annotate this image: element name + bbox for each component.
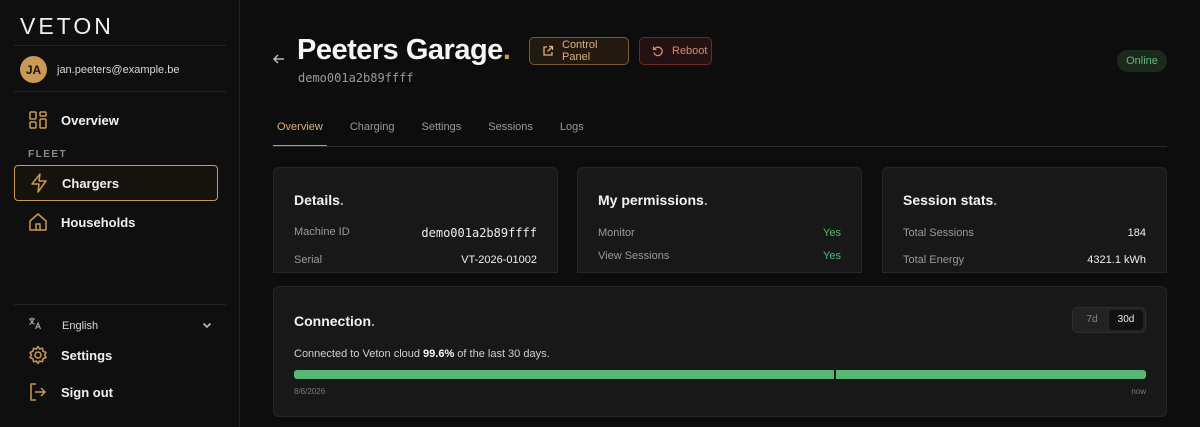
detail-row: Machine ID demo001a2b89ffff xyxy=(294,226,537,240)
title-dot: . xyxy=(502,34,511,66)
permission-value: Yes xyxy=(823,250,841,262)
tab-charging[interactable]: Charging xyxy=(346,112,399,146)
page-title-text: Peeters Garage xyxy=(297,34,503,66)
details-card: Details. Machine ID demo001a2b89ffff Ser… xyxy=(273,167,558,273)
page-title: Peeters Garage. xyxy=(297,34,511,67)
language-label: English xyxy=(62,319,99,332)
reboot-label: Reboot xyxy=(672,45,708,57)
uptime-value: 99.6% xyxy=(423,348,455,360)
sidebar-item-label: Sign out xyxy=(61,384,113,400)
sidebar-item-chargers[interactable]: Chargers xyxy=(14,165,218,201)
translate-icon xyxy=(28,316,42,335)
sidebar: VETON JA jan.peeters@example.be Overview… xyxy=(0,0,240,427)
tab-overview[interactable]: Overview xyxy=(273,112,327,146)
home-icon xyxy=(28,212,48,232)
connection-text-prefix: Connected to Veton cloud xyxy=(294,348,424,360)
uptime-bar xyxy=(294,370,1146,379)
connection-text-suffix: of the last 30 days. xyxy=(454,348,550,360)
stat-row: Total Sessions 184 xyxy=(903,227,1146,239)
chevron-down-icon xyxy=(202,317,212,335)
stat-value: 4321.1 kWh xyxy=(1087,254,1146,266)
sidebar-item-signout[interactable]: Sign out xyxy=(14,374,218,410)
session-stats-card: Session stats. Total Sessions 184 Total … xyxy=(882,167,1167,273)
tab-bar: Overview Charging Settings Sessions Logs xyxy=(273,112,1167,147)
sidebar-item-overview[interactable]: Overview xyxy=(14,102,218,138)
tab-sessions[interactable]: Sessions xyxy=(484,112,537,146)
permission-row: View Sessions Yes xyxy=(598,250,841,262)
permission-key: Monitor xyxy=(598,227,635,239)
back-arrow-icon[interactable] xyxy=(272,52,286,69)
sidebar-item-label: Overview xyxy=(61,112,119,128)
sidebar-divider xyxy=(14,45,226,46)
title-dot: . xyxy=(993,192,998,208)
tab-logs[interactable]: Logs xyxy=(556,112,588,146)
range-30d-button[interactable]: 30d xyxy=(1109,310,1143,330)
detail-value: VT-2026-01002 xyxy=(461,254,537,266)
detail-key: Machine ID xyxy=(294,226,350,238)
card-title: My permissions. xyxy=(598,192,708,208)
card-title-text: Session stats xyxy=(903,192,994,208)
sidebar-item-label: Chargers xyxy=(62,175,120,191)
app-logo: VETON xyxy=(20,13,114,39)
uptime-bar-gap xyxy=(834,370,836,379)
detail-value: demo001a2b89ffff xyxy=(421,226,537,240)
detail-row: Serial VT-2026-01002 xyxy=(294,254,537,266)
gear-icon xyxy=(28,345,48,365)
permission-value: Yes xyxy=(823,227,841,239)
external-link-icon xyxy=(542,45,554,57)
connection-card: Connection. 7d 30d Connected to Veton cl… xyxy=(273,286,1167,417)
connection-summary: Connected to Veton cloud 99.6% of the la… xyxy=(294,348,550,360)
control-panel-label: Control Panel xyxy=(562,39,598,63)
title-dot: . xyxy=(703,192,708,208)
title-dot: . xyxy=(339,192,344,208)
card-title-text: My permissions xyxy=(598,192,704,208)
sidebar-item-settings[interactable]: Settings xyxy=(14,337,218,373)
sidebar-item-households[interactable]: Households xyxy=(14,204,218,240)
bar-end-label: now xyxy=(1131,387,1146,396)
sidebar-item-label: Households xyxy=(61,214,136,230)
sidebar-divider xyxy=(14,91,226,92)
sidebar-section-label: FLEET xyxy=(28,149,68,160)
refresh-icon xyxy=(652,45,664,57)
bar-start-label: 8/6/2026 xyxy=(294,387,326,396)
range-7d-button[interactable]: 7d xyxy=(1075,310,1109,330)
sidebar-divider xyxy=(14,304,226,305)
reboot-button[interactable]: Reboot xyxy=(639,37,712,65)
card-title: Connection. xyxy=(294,313,375,329)
lightning-icon xyxy=(29,173,49,193)
sidebar-item-label: Settings xyxy=(61,347,113,363)
machine-id-subtitle: demo001a2b89ffff xyxy=(298,71,414,85)
grid-icon xyxy=(28,110,48,130)
permission-row: Monitor Yes xyxy=(598,227,841,239)
user-email: jan.peeters@example.be xyxy=(57,63,180,76)
user-profile[interactable]: JA jan.peeters@example.be xyxy=(20,56,179,83)
stat-row: Total Energy 4321.1 kWh xyxy=(903,254,1146,266)
status-badge: Online xyxy=(1117,50,1167,72)
detail-key: Serial xyxy=(294,254,323,266)
range-toggle: 7d 30d xyxy=(1072,307,1146,333)
stat-value: 184 xyxy=(1127,227,1146,239)
language-select[interactable]: English xyxy=(28,316,212,335)
stat-key: Total Sessions xyxy=(903,227,974,239)
control-panel-button[interactable]: Control Panel xyxy=(529,37,629,65)
avatar: JA xyxy=(20,56,47,83)
uptime-bar-fill xyxy=(294,370,1146,379)
card-title-text: Details xyxy=(294,192,340,208)
permission-key: View Sessions xyxy=(598,250,670,262)
card-title: Details. xyxy=(294,192,344,208)
title-dot: . xyxy=(371,313,375,329)
card-title: Session stats. xyxy=(903,192,997,208)
permissions-card: My permissions. Monitor Yes View Session… xyxy=(577,167,862,273)
sign-out-icon xyxy=(28,382,48,402)
tab-settings[interactable]: Settings xyxy=(417,112,465,146)
stat-key: Total Energy xyxy=(903,254,965,266)
card-title-text: Connection xyxy=(294,313,371,329)
